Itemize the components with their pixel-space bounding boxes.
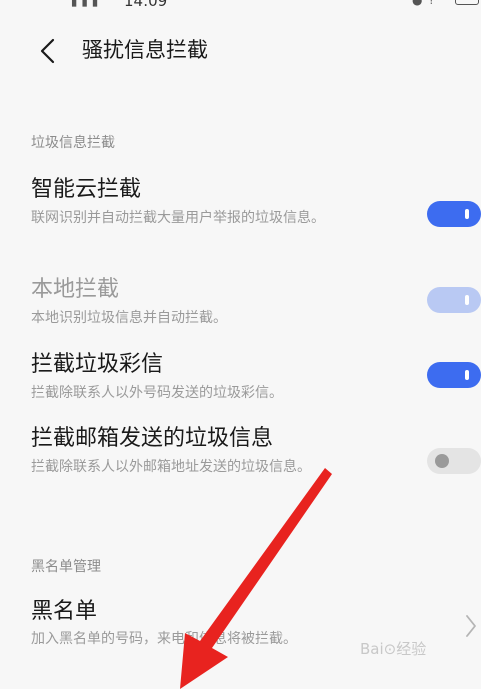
signal-icon: ▌▌▌ [72, 0, 104, 7]
setting-desc: 拦截除联系人以外号码发送的垃圾彩信。 [31, 385, 283, 401]
setting-title: 拦截垃圾彩信 [31, 352, 164, 377]
annotation-arrow [180, 468, 332, 689]
header: 骚扰信息拦截 [0, 26, 481, 76]
status-time: 14:09 [124, 0, 168, 10]
setting-desc: 加入黑名单的号码，来电和信息将被拦截。 [31, 631, 297, 647]
setting-row-local[interactable]: 本地拦截 本地识别垃圾信息并自动拦截。 [0, 276, 481, 336]
section-label-spam: 垃圾信息拦截 [31, 135, 115, 151]
setting-desc: 拦截除联系人以外邮箱地址发送的垃圾信息。 [31, 459, 311, 475]
back-button[interactable] [34, 36, 64, 66]
section-label-blacklist: 黑名单管理 [31, 559, 101, 575]
setting-title: 智能云拦截 [31, 177, 142, 202]
page-title: 骚扰信息拦截 [82, 38, 208, 62]
setting-row-email[interactable]: 拦截邮箱发送的垃圾信息 拦截除联系人以外邮箱地址发送的垃圾信息。 [0, 425, 481, 505]
cloud-toggle[interactable] [427, 201, 481, 227]
chevron-right-icon [466, 615, 476, 637]
setting-title: 拦截邮箱发送的垃圾信息 [31, 426, 274, 451]
setting-row-mms[interactable]: 拦截垃圾彩信 拦截除联系人以外号码发送的垃圾彩信。 [0, 351, 481, 411]
setting-title: 本地拦截 [31, 277, 120, 302]
mms-toggle[interactable] [427, 362, 481, 388]
status-icons: ● ⇡ [412, 0, 437, 7]
setting-row-cloud[interactable]: 智能云拦截 联网识别并自动拦截大量用户举报的垃圾信息。 [0, 176, 481, 256]
status-bar: ▌▌▌ 14:09 ● ⇡ 42 [0, 0, 481, 14]
watermark-logo: Bai⊙经验 [360, 640, 427, 658]
setting-title: 黑名单 [31, 599, 98, 624]
chevron-left-icon [40, 38, 55, 64]
setting-desc: 联网识别并自动拦截大量用户举报的垃圾信息。 [31, 210, 325, 226]
local-toggle[interactable] [427, 287, 481, 313]
battery-icon: 42 [455, 0, 479, 5]
setting-desc: 本地识别垃圾信息并自动拦截。 [31, 310, 227, 326]
email-toggle[interactable] [427, 448, 481, 474]
